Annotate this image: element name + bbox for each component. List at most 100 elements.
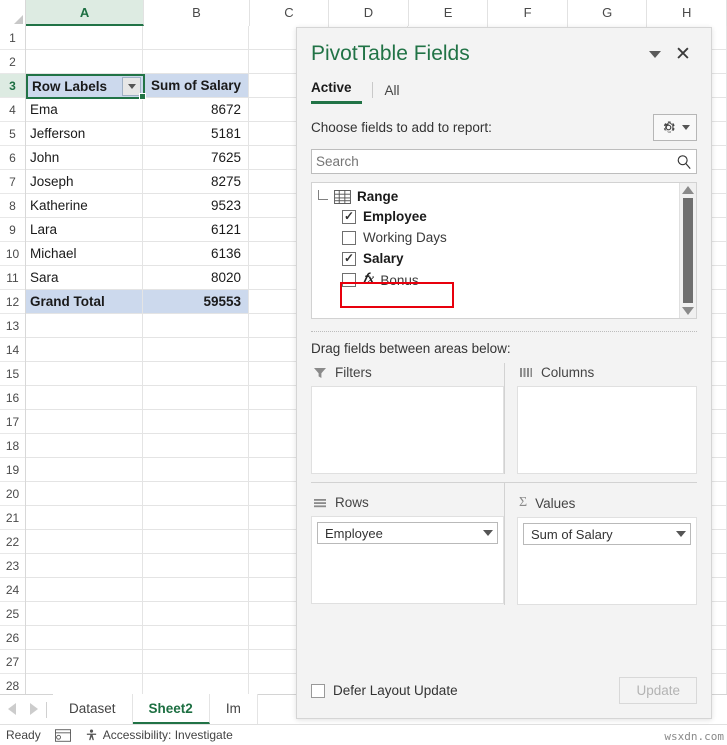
scrollbar-thumb[interactable] — [683, 198, 693, 303]
field-checkbox-bonus[interactable] — [342, 273, 356, 287]
cell-A5[interactable]: Jefferson — [26, 122, 144, 146]
cell-B6[interactable]: 7625 — [143, 146, 250, 170]
row-header-8[interactable]: 8 — [0, 194, 25, 218]
cell-A7[interactable]: Joseph — [26, 170, 144, 194]
area-filters[interactable]: Filters — [311, 363, 504, 474]
panel-close-button[interactable]: ✕ — [669, 42, 697, 66]
row-header-7[interactable]: 7 — [0, 170, 25, 194]
row-header-3[interactable]: 3 — [0, 74, 25, 98]
field-item-working-days[interactable]: Working Days — [312, 227, 679, 248]
row-header-26[interactable]: 26 — [0, 626, 25, 650]
field-checkbox-salary[interactable] — [342, 251, 356, 266]
cell-B4[interactable]: 8672 — [143, 98, 250, 122]
row-header-1[interactable]: 1 — [0, 26, 25, 50]
chevron-down-icon[interactable] — [676, 531, 686, 537]
cell-B19[interactable] — [143, 458, 250, 482]
field-list-scrollbar[interactable] — [679, 183, 696, 318]
defer-layout-update-row[interactable]: Defer Layout Update — [311, 683, 619, 698]
update-button[interactable]: Update — [619, 677, 697, 704]
row-header-27[interactable]: 27 — [0, 650, 25, 674]
cell-B20[interactable] — [143, 482, 250, 506]
chevron-down-icon[interactable] — [483, 530, 493, 536]
scroll-down-arrow-icon[interactable] — [682, 307, 694, 315]
scroll-up-arrow-icon[interactable] — [682, 186, 694, 194]
field-item-salary[interactable]: Salary — [312, 248, 679, 269]
row-header-20[interactable]: 20 — [0, 482, 25, 506]
field-item-bonus[interactable]: 𝑓x Bonus — [312, 269, 679, 291]
cell-A22[interactable] — [26, 530, 144, 554]
cell-B25[interactable] — [143, 602, 250, 626]
area-rows[interactable]: Rows Employee — [311, 482, 504, 605]
cell-A27[interactable] — [26, 650, 144, 674]
row-header-5[interactable]: 5 — [0, 122, 25, 146]
cell-B10[interactable]: 6136 — [143, 242, 250, 266]
cell-A10[interactable]: Michael — [26, 242, 144, 266]
field-item-employee[interactable]: Employee — [312, 206, 679, 227]
row-header-10[interactable]: 10 — [0, 242, 25, 266]
row-header-18[interactable]: 18 — [0, 434, 25, 458]
cell-A9[interactable]: Lara — [26, 218, 144, 242]
cell-B18[interactable] — [143, 434, 250, 458]
area-columns[interactable]: Columns — [504, 363, 697, 474]
cell-A25[interactable] — [26, 602, 144, 626]
cell-B7[interactable]: 8275 — [143, 170, 250, 194]
column-header-f[interactable]: F — [488, 0, 568, 26]
cell-B26[interactable] — [143, 626, 250, 650]
cell-A8[interactable]: Katherine — [26, 194, 144, 218]
search-box[interactable] — [311, 149, 697, 174]
cell-A2[interactable] — [26, 50, 144, 74]
field-list-root-range[interactable]: Range — [312, 187, 679, 206]
field-list-tools-button[interactable] — [653, 114, 697, 141]
row-header-4[interactable]: 4 — [0, 98, 25, 122]
values-field-pill-sum-of-salary[interactable]: Sum of Salary — [523, 523, 691, 545]
cell-A21[interactable] — [26, 506, 144, 530]
cell-A18[interactable] — [26, 434, 144, 458]
row-header-13[interactable]: 13 — [0, 314, 25, 338]
cell-A1[interactable] — [26, 26, 144, 50]
cell-B24[interactable] — [143, 578, 250, 602]
row-header-21[interactable]: 21 — [0, 506, 25, 530]
cell-A14[interactable] — [26, 338, 144, 362]
cell-B9[interactable]: 6121 — [143, 218, 250, 242]
cell-B17[interactable] — [143, 410, 250, 434]
cell-B16[interactable] — [143, 386, 250, 410]
area-values[interactable]: Σ Values Sum of Salary — [504, 482, 697, 605]
cell-A11[interactable]: Sara — [26, 266, 144, 290]
row-header-14[interactable]: 14 — [0, 338, 25, 362]
area-rows-dropzone[interactable]: Employee — [311, 516, 504, 604]
row-header-2[interactable]: 2 — [0, 50, 25, 74]
cell-A26[interactable] — [26, 626, 144, 650]
row-header-23[interactable]: 23 — [0, 554, 25, 578]
column-header-e[interactable]: E — [408, 0, 489, 26]
row-header-17[interactable]: 17 — [0, 410, 25, 434]
sheet-tab-im[interactable]: Im — [209, 694, 258, 724]
cell-B12[interactable]: 59553 — [143, 290, 250, 314]
cell-A24[interactable] — [26, 578, 144, 602]
defer-layout-update-checkbox[interactable] — [311, 683, 325, 698]
search-icon[interactable] — [676, 154, 692, 170]
column-header-b[interactable]: B — [144, 0, 250, 26]
cell-A23[interactable] — [26, 554, 144, 578]
row-header-11[interactable]: 11 — [0, 266, 25, 290]
panel-collapse-button[interactable] — [641, 42, 669, 66]
cell-B27[interactable] — [143, 650, 250, 674]
cell-B23[interactable] — [143, 554, 250, 578]
row-header-25[interactable]: 25 — [0, 602, 25, 626]
row-labels-filter-dropdown-icon[interactable] — [122, 77, 141, 96]
cell-A12[interactable]: Grand Total — [26, 290, 144, 314]
select-all-corner[interactable] — [0, 0, 26, 26]
cell-B3[interactable]: Sum of Salary — [143, 74, 250, 98]
area-filters-dropzone[interactable] — [311, 386, 504, 474]
cell-A17[interactable] — [26, 410, 144, 434]
cell-B22[interactable] — [143, 530, 250, 554]
tab-active[interactable]: Active — [311, 76, 362, 104]
field-checkbox-working-days[interactable] — [342, 230, 356, 245]
row-header-6[interactable]: 6 — [0, 146, 25, 170]
sheet-tab-dataset[interactable]: Dataset — [53, 694, 133, 724]
row-header-19[interactable]: 19 — [0, 458, 25, 482]
active-cell-a3[interactable]: Row Labels — [26, 74, 146, 100]
row-header-12[interactable]: 12 — [0, 290, 25, 314]
column-header-h[interactable]: H — [647, 0, 727, 26]
area-values-dropzone[interactable]: Sum of Salary — [517, 517, 697, 605]
cell-B8[interactable]: 9523 — [143, 194, 250, 218]
